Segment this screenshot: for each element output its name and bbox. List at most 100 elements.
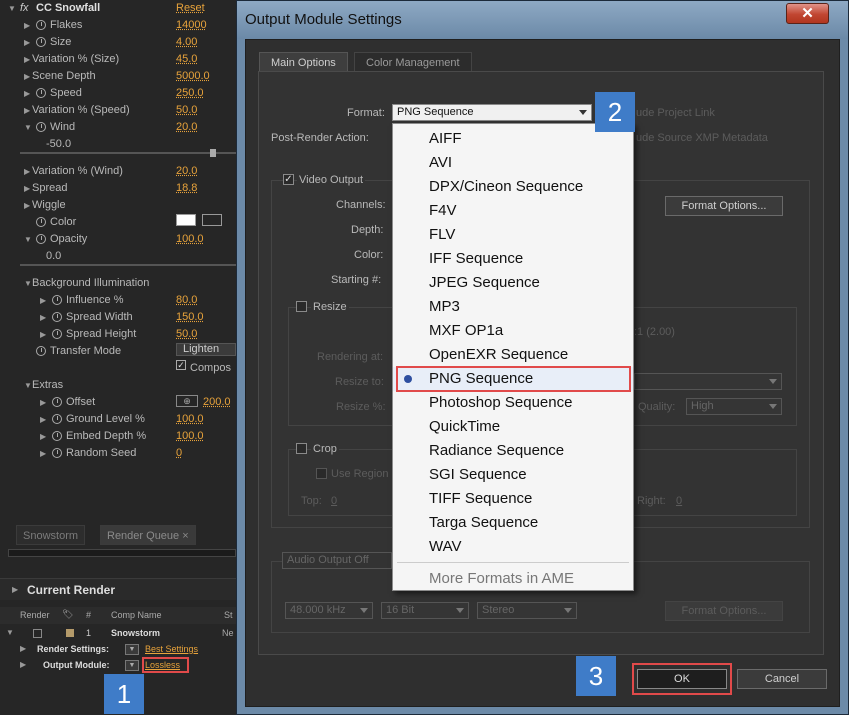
transfer-mode-select[interactable]: Lighten bbox=[176, 343, 236, 356]
collapse-triangle-icon[interactable]: ▼ bbox=[8, 0, 16, 17]
collapse-triangle-icon[interactable]: ▼ bbox=[24, 119, 32, 136]
tab-close-icon[interactable]: × bbox=[182, 530, 188, 542]
audio-output-select[interactable]: Audio Output Off bbox=[282, 552, 392, 569]
wind-slider-handle[interactable] bbox=[210, 149, 216, 157]
expand-triangle-icon[interactable]: ▶ bbox=[40, 394, 46, 411]
expand-triangle-icon[interactable]: ▶ bbox=[24, 85, 30, 102]
stopwatch-icon[interactable] bbox=[36, 217, 46, 227]
expand-triangle-icon[interactable]: ▶ bbox=[24, 68, 30, 85]
col-status[interactable]: St bbox=[224, 610, 233, 620]
collapse-triangle-icon[interactable]: ▼ bbox=[24, 231, 32, 248]
expand-triangle-icon[interactable]: ▶ bbox=[24, 17, 30, 34]
property-value[interactable]: 5000.0 bbox=[176, 68, 210, 85]
stopwatch-icon[interactable] bbox=[52, 295, 62, 305]
property-value[interactable]: 20.0 bbox=[176, 119, 197, 136]
format-menu-item[interactable]: Targa Sequence bbox=[393, 511, 633, 535]
property-value[interactable]: 80.0 bbox=[176, 292, 197, 309]
audio-rate-select[interactable]: 48.000 kHz bbox=[285, 602, 373, 619]
property-value[interactable]: 50.0 bbox=[176, 326, 197, 343]
col-render[interactable]: Render bbox=[20, 610, 50, 620]
expand-triangle-icon[interactable]: ▶ bbox=[24, 197, 30, 214]
format-menu-item[interactable]: IFF Sequence bbox=[393, 247, 633, 271]
format-menu-item[interactable]: WAV bbox=[393, 535, 633, 559]
property-value[interactable]: 150.0 bbox=[176, 309, 204, 326]
eyedropper-icon[interactable] bbox=[202, 214, 222, 226]
render-checkbox[interactable] bbox=[33, 629, 42, 638]
stopwatch-icon[interactable] bbox=[36, 88, 46, 98]
crop-right-value[interactable]: 0 bbox=[676, 495, 682, 507]
include-project-link[interactable]: ude Project Link bbox=[636, 107, 715, 119]
expand-triangle-icon[interactable]: ▶ bbox=[24, 180, 30, 197]
stopwatch-icon[interactable] bbox=[52, 448, 62, 458]
property-value[interactable]: 0 bbox=[176, 445, 182, 462]
format-menu-item[interactable]: Radiance Sequence bbox=[393, 439, 633, 463]
crop-top-value[interactable]: 0 bbox=[331, 495, 337, 507]
resize-to-select[interactable] bbox=[634, 373, 782, 390]
stopwatch-icon[interactable] bbox=[36, 20, 46, 30]
col-comp-name[interactable]: Comp Name bbox=[111, 610, 162, 620]
expand-triangle-icon[interactable]: ▶ bbox=[40, 326, 46, 343]
property-value[interactable]: 18.8 bbox=[176, 180, 197, 197]
stopwatch-icon[interactable] bbox=[52, 397, 62, 407]
expand-triangle-icon[interactable]: ▶ bbox=[20, 644, 26, 653]
resize-checkbox[interactable] bbox=[296, 301, 307, 312]
tab-main-options[interactable]: Main Options bbox=[259, 52, 348, 72]
format-menu-item[interactable]: TIFF Sequence bbox=[393, 487, 633, 511]
crosshair-icon[interactable]: ⊕ bbox=[176, 395, 198, 407]
expand-triangle-icon[interactable]: ▶ bbox=[40, 292, 46, 309]
reset-link[interactable]: Reset bbox=[176, 0, 205, 17]
stopwatch-icon[interactable] bbox=[52, 312, 62, 322]
property-value[interactable]: 45.0 bbox=[176, 51, 197, 68]
opacity-slider[interactable] bbox=[20, 264, 236, 266]
tab-snowstorm[interactable]: Snowstorm bbox=[16, 525, 86, 545]
expand-triangle-icon[interactable]: ▶ bbox=[20, 660, 26, 669]
render-settings-dropdown[interactable]: ▼ bbox=[125, 644, 139, 655]
format-options-button[interactable]: Format Options... bbox=[665, 196, 783, 216]
more-formats-item[interactable]: More Formats in AME bbox=[393, 567, 633, 591]
stopwatch-icon[interactable] bbox=[52, 414, 62, 424]
format-menu-item[interactable]: AVI bbox=[393, 151, 633, 175]
audio-format-options-button[interactable]: Format Options... bbox=[665, 601, 783, 621]
stopwatch-icon[interactable] bbox=[36, 37, 46, 47]
collapse-triangle-icon[interactable]: ▼ bbox=[24, 377, 32, 394]
tab-render-queue[interactable]: Render Queue × bbox=[100, 525, 196, 545]
expand-triangle-icon[interactable]: ▶ bbox=[24, 163, 30, 180]
cancel-button[interactable]: Cancel bbox=[737, 669, 827, 689]
dialog-titlebar[interactable]: Output Module Settings ✕ bbox=[237, 1, 848, 39]
collapse-triangle-icon[interactable]: ▼ bbox=[24, 275, 32, 292]
stopwatch-icon[interactable] bbox=[52, 431, 62, 441]
format-select[interactable]: PNG Sequence bbox=[392, 104, 592, 121]
collapse-triangle-icon[interactable]: ▼ bbox=[6, 628, 14, 637]
format-menu-item[interactable]: DPX/Cineon Sequence bbox=[393, 175, 633, 199]
format-menu-item[interactable]: MP3 bbox=[393, 295, 633, 319]
property-value[interactable]: 100.0 bbox=[176, 411, 204, 428]
tab-color-management[interactable]: Color Management bbox=[354, 52, 472, 72]
property-value[interactable]: 100.0 bbox=[176, 428, 204, 445]
property-value[interactable]: 100.0 bbox=[176, 231, 204, 248]
expand-triangle-icon[interactable]: ▶ bbox=[24, 34, 30, 51]
expand-triangle-icon[interactable]: ▶ bbox=[24, 102, 30, 119]
label-color-swatch[interactable] bbox=[66, 629, 74, 637]
property-value[interactable]: 250.0 bbox=[176, 85, 204, 102]
expand-triangle-icon[interactable]: ▶ bbox=[24, 51, 30, 68]
output-module-dropdown[interactable]: ▼ bbox=[125, 660, 139, 671]
expand-triangle-icon[interactable]: ▶ bbox=[40, 445, 46, 462]
expand-triangle-icon[interactable]: ▶ bbox=[40, 309, 46, 326]
property-value[interactable]: 50.0 bbox=[176, 102, 197, 119]
crop-checkbox[interactable] bbox=[296, 443, 307, 454]
format-menu-item[interactable]: QuickTime bbox=[393, 415, 633, 439]
stopwatch-icon[interactable] bbox=[52, 329, 62, 339]
audio-channels-select[interactable]: Stereo bbox=[477, 602, 577, 619]
expand-triangle-icon[interactable]: ▶ bbox=[40, 428, 46, 445]
expand-triangle-icon[interactable]: ▶ bbox=[12, 585, 18, 594]
format-menu-item[interactable]: OpenEXR Sequence bbox=[393, 343, 633, 367]
quality-select[interactable]: High bbox=[686, 398, 782, 415]
col-number[interactable]: # bbox=[86, 610, 91, 620]
audio-bits-select[interactable]: 16 Bit bbox=[381, 602, 469, 619]
include-xmp-metadata[interactable]: ude Source XMP Metadata bbox=[636, 132, 768, 144]
property-value[interactable]: 4.00 bbox=[176, 34, 197, 51]
format-menu-item[interactable]: Photoshop Sequence bbox=[393, 391, 633, 415]
property-value[interactable]: 14000 bbox=[176, 17, 207, 34]
format-menu-item[interactable]: FLV bbox=[393, 223, 633, 247]
stopwatch-icon[interactable] bbox=[36, 234, 46, 244]
